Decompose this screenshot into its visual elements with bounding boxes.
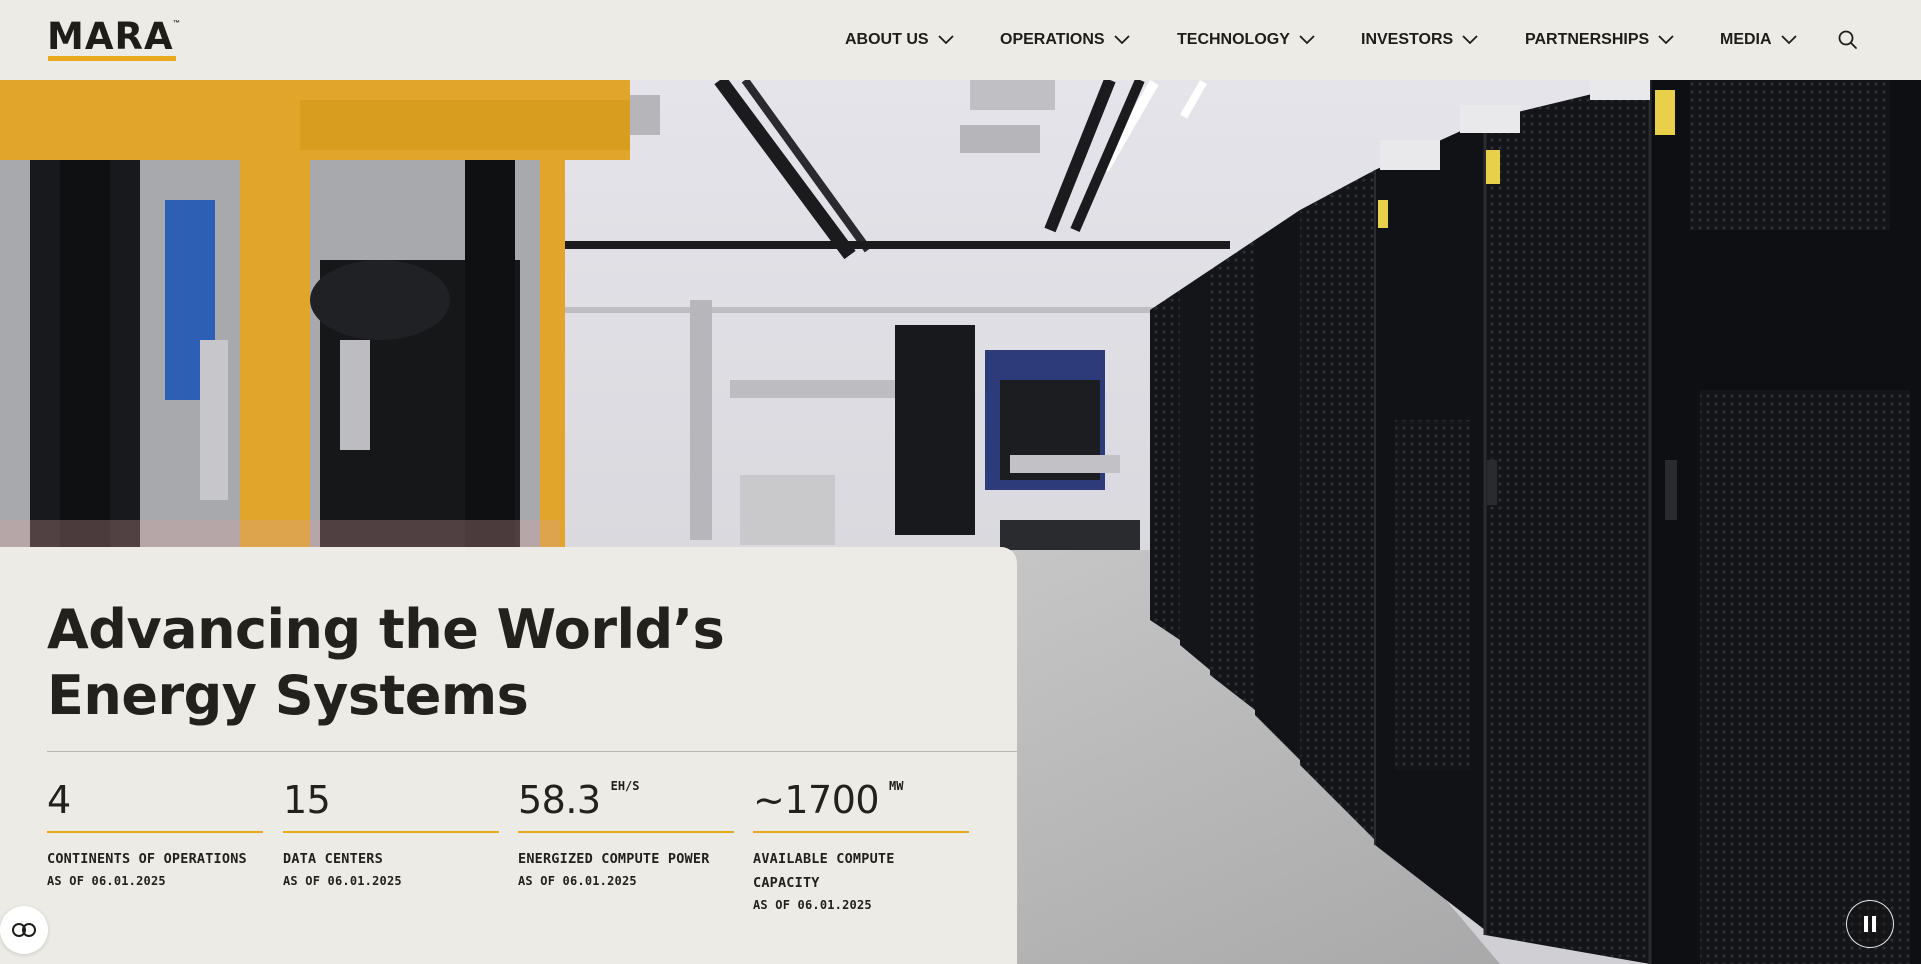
nav-partnerships[interactable]: PARTNERSHIPS	[1525, 28, 1674, 52]
stat-continents: 4 CONTINENTS OF OPERATIONS AS OF 06.01.2…	[47, 777, 263, 891]
stat-underline	[753, 831, 969, 833]
stat-unit: EH/S	[610, 779, 640, 793]
chevron-down-icon	[1780, 35, 1797, 45]
logo-underline	[48, 56, 176, 61]
logo-text: MARA	[47, 15, 174, 58]
hero-content-card: Advancing the World’s Energy Systems 4 C…	[0, 547, 1017, 964]
stat-date: AS OF 06.01.2025	[518, 874, 637, 888]
nav-label: PARTNERSHIPS	[1525, 31, 1650, 48]
stat-date: AS OF 06.01.2025	[47, 874, 166, 888]
nav-investors[interactable]: INVESTORS	[1361, 28, 1478, 52]
nav-media[interactable]: MEDIA	[1720, 28, 1797, 52]
stat-underline	[47, 831, 263, 833]
mara-logo[interactable]: MARA ™	[47, 15, 180, 62]
site-header: MARA ™ ABOUT US OPERATIONS TECHNOLOGY IN…	[0, 0, 1921, 80]
stat-compute-power: 58.3 EH/S ENERGIZED COMPUTE POWER AS OF 0…	[518, 777, 734, 891]
cookie-settings-button[interactable]	[0, 906, 48, 954]
stat-date: AS OF 06.01.2025	[283, 874, 402, 888]
stat-value: 4	[47, 778, 71, 822]
pause-icon	[1864, 916, 1876, 932]
chevron-down-icon	[1113, 35, 1130, 45]
search-icon	[1838, 30, 1857, 49]
stat-date: AS OF 06.01.2025	[753, 898, 872, 912]
headline-line-1: Advancing the World’s	[47, 598, 725, 661]
stat-label: DATA CENTERS	[283, 851, 383, 867]
stat-label: ENERGIZED COMPUTE POWER	[518, 851, 710, 867]
nav-label: ABOUT US	[845, 31, 929, 48]
stat-underline	[518, 831, 734, 833]
chevron-down-icon	[1658, 35, 1674, 45]
stat-value: ~1700	[753, 778, 880, 822]
nav-label: OPERATIONS	[1000, 31, 1105, 48]
stat-value: 15	[283, 778, 331, 822]
video-pause-button[interactable]	[1846, 900, 1894, 948]
chevron-down-icon	[1462, 35, 1478, 45]
search-button[interactable]	[1837, 29, 1859, 51]
headline-line-2: Energy Systems	[47, 664, 529, 727]
stat-value: 58.3	[518, 778, 601, 822]
nav-label: MEDIA	[1720, 31, 1772, 48]
nav-operations[interactable]: OPERATIONS	[1000, 28, 1130, 52]
chevron-down-icon	[937, 35, 954, 45]
logo-trademark: ™	[173, 20, 180, 27]
stat-label: CONTINENTS OF OPERATIONS	[47, 851, 247, 867]
stat-label: AVAILABLE COMPUTE CAPACITY	[753, 851, 895, 891]
stat-unit: MW	[889, 779, 904, 793]
stat-underline	[283, 831, 499, 833]
stat-compute-capacity: ~1700 MW AVAILABLE COMPUTE CAPACITY AS OF…	[753, 777, 969, 915]
nav-about-us[interactable]: ABOUT US	[845, 28, 954, 52]
nav-label: INVESTORS	[1361, 31, 1454, 48]
stat-data-centers: 15 DATA CENTERS AS OF 06.01.2025	[283, 777, 499, 891]
nav-label: TECHNOLOGY	[1177, 31, 1290, 48]
nav-technology[interactable]: TECHNOLOGY	[1177, 28, 1315, 52]
hero-headline: Advancing the World’s Energy Systems	[47, 597, 747, 729]
chevron-down-icon	[1299, 35, 1315, 45]
cookie-settings-icon	[12, 923, 36, 937]
divider	[47, 751, 1017, 752]
